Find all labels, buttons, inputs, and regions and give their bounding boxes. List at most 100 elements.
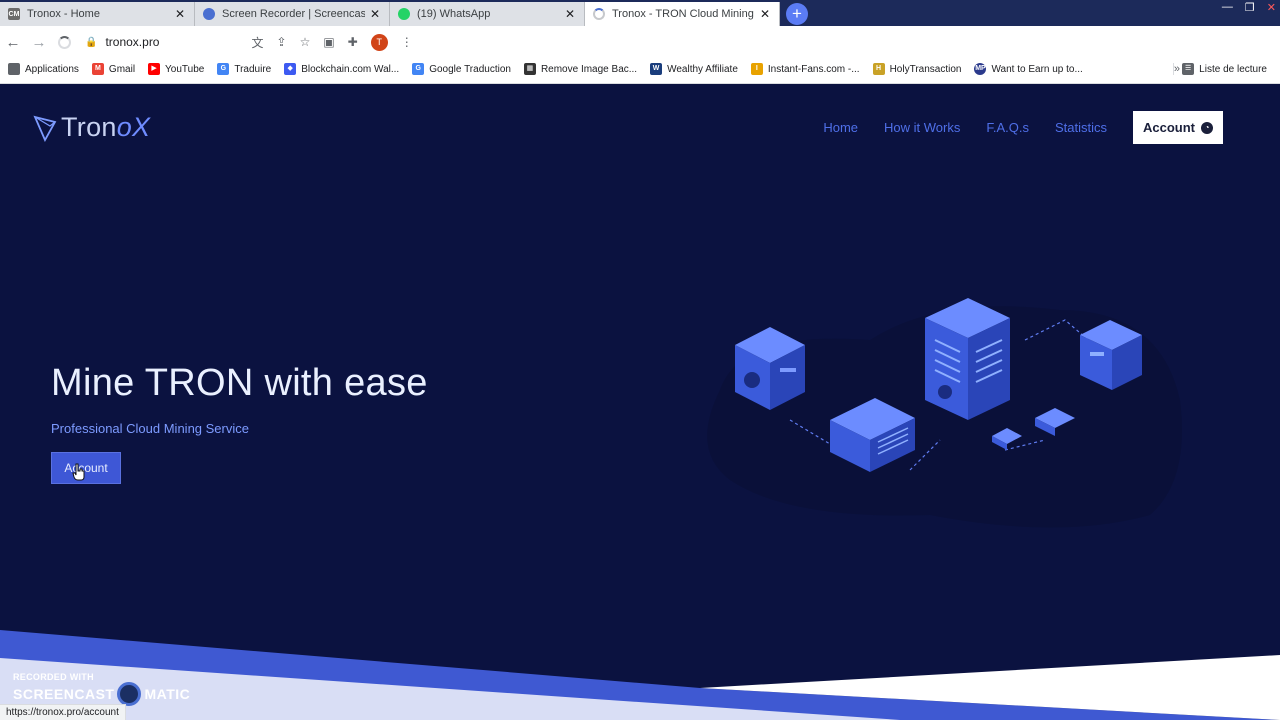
menu-kebab-icon[interactable]: ⋮ xyxy=(401,35,413,49)
site-nav: Home How it Works F.A.Q.s Statistics Acc… xyxy=(823,111,1223,144)
tab-whatsapp[interactable]: (19) WhatsApp ✕ xyxy=(390,2,585,26)
nav-home[interactable]: Home xyxy=(823,120,858,135)
address-bar[interactable]: 🔒 tronox.pro 文 ⇪ ☆ ▣ ✚ T ⋮ xyxy=(85,29,1085,55)
logo-text: TronoX xyxy=(61,112,150,143)
tronox-favicon-icon: CM xyxy=(8,8,20,20)
bookmark-label: Google Traduction xyxy=(429,63,511,75)
nav-how-it-works[interactable]: How it Works xyxy=(884,120,960,135)
watermark-line1: RECORDED WITH xyxy=(13,672,94,682)
lock-icon[interactable]: 🔒 xyxy=(85,37,97,48)
close-window-icon[interactable]: ✕ xyxy=(1267,1,1276,14)
reading-list-icon: ☰ xyxy=(1182,63,1195,75)
bookmark-label: HolyTransaction xyxy=(889,63,962,75)
minimize-icon[interactable]: — xyxy=(1222,1,1233,14)
hero-subtitle: Professional Cloud Mining Service xyxy=(51,421,249,436)
tab-title: (19) WhatsApp xyxy=(417,8,491,20)
watermark-brand-a: SCREENCAST xyxy=(13,686,115,702)
logo-text-accent: oX xyxy=(116,112,151,142)
hand-cursor-icon xyxy=(72,463,85,481)
user-icon: ◔ xyxy=(1201,121,1213,134)
holy-icon: H xyxy=(872,63,885,75)
gmail-icon: M xyxy=(91,63,104,75)
whatsapp-favicon-icon xyxy=(398,8,410,20)
bookmark-wealthy-affiliate[interactable]: W Wealthy Affiliate xyxy=(650,63,738,75)
translate-icon: G xyxy=(217,63,230,75)
reading-list-label: Liste de lecture xyxy=(1199,63,1267,75)
close-tab-icon[interactable]: ✕ xyxy=(759,7,771,21)
chrome-divider xyxy=(0,80,1280,84)
watermark-brand-b: MATIC xyxy=(144,686,191,702)
share-icon[interactable]: ⇪ xyxy=(277,35,287,49)
tron-logo-icon xyxy=(33,115,57,142)
bookmark-label: Gmail xyxy=(108,63,136,75)
tab-tronox-home[interactable]: CM Tronox - Home ✕ xyxy=(0,2,195,26)
bookmark-instant-fans[interactable]: I Instant-Fans.com -... xyxy=(750,63,860,75)
nav-account-button[interactable]: Account ◔ xyxy=(1133,111,1223,144)
link-status-bar: https://tronox.pro/account xyxy=(0,704,126,720)
apps-grid-icon xyxy=(8,63,20,75)
bookmark-blockchain[interactable]: ◆ Blockchain.com Wal... xyxy=(284,63,399,75)
bookmark-label: Remove Image Bac... xyxy=(540,63,638,75)
blockchain-icon: ◆ xyxy=(284,63,297,75)
address-url[interactable]: tronox.pro xyxy=(105,35,159,49)
browser-toolbar: ← → 🔒 tronox.pro 文 ⇪ ☆ ▣ ✚ T ⋮ xyxy=(0,26,1280,58)
bookmark-gmail[interactable]: M Gmail xyxy=(91,63,136,75)
loading-spinner-icon xyxy=(593,8,605,20)
close-tab-icon[interactable]: ✕ xyxy=(369,7,381,21)
wa-icon: W xyxy=(650,63,663,75)
translate-page-icon[interactable]: 文 xyxy=(251,34,263,51)
omnibox-actions: 文 ⇪ ☆ ▣ ✚ T ⋮ xyxy=(251,33,413,51)
tab-tronox-cloud-mining[interactable]: Tronox - TRON Cloud Mining ✕ xyxy=(585,2,780,26)
new-tab-button[interactable]: + xyxy=(786,3,808,25)
cloud-mining-illustration xyxy=(707,298,1182,528)
close-tab-icon[interactable]: ✕ xyxy=(564,7,576,21)
screencast-favicon-icon xyxy=(203,8,215,20)
nav-statistics[interactable]: Statistics xyxy=(1055,120,1107,135)
bookmark-label: YouTube xyxy=(165,63,205,75)
extensions-puzzle-icon[interactable]: ✚ xyxy=(348,35,358,49)
site-logo[interactable]: TronoX xyxy=(33,112,150,143)
tab-title: Screen Recorder | Screencast-O-M xyxy=(222,8,365,20)
translate-icon: G xyxy=(412,63,425,75)
bookmark-label: Traduire xyxy=(234,63,272,75)
hero-title: Mine TRON with ease xyxy=(51,362,428,404)
window-controls: — ❐ ✕ xyxy=(1222,1,1276,14)
screencast-watermark: RECORDED WITH SCREENCAST MATIC xyxy=(13,672,190,706)
bookmark-applications[interactable]: Applications xyxy=(8,63,79,75)
tab-title: Tronox - TRON Cloud Mining xyxy=(612,8,754,20)
restore-icon[interactable]: ❐ xyxy=(1245,1,1255,14)
bookmark-remove-bg[interactable]: ▦ Remove Image Bac... xyxy=(523,63,638,75)
profile-avatar-icon[interactable]: T xyxy=(370,33,388,51)
bookmark-label: Wealthy Affiliate xyxy=(667,63,738,75)
nav-faqs[interactable]: F.A.Q.s xyxy=(986,120,1029,135)
bookmark-label: Instant-Fans.com -... xyxy=(767,63,860,75)
extension-icon[interactable]: ▣ xyxy=(323,35,334,49)
bookmarks-bar: Applications M Gmail ▶ YouTube G Traduire ◆… xyxy=(0,58,1280,80)
logo-text-main: Tron xyxy=(61,112,117,142)
hero-account-button[interactable]: Account xyxy=(51,452,121,484)
stop-loading-icon[interactable] xyxy=(58,35,71,49)
tab-title: Tronox - Home xyxy=(27,8,100,20)
back-arrow-icon[interactable]: ← xyxy=(0,34,26,51)
account-button-label: Account xyxy=(1143,120,1195,135)
server-tower xyxy=(925,298,1010,420)
bookmark-holytransaction[interactable]: H HolyTransaction xyxy=(872,63,962,75)
hero-wave xyxy=(0,630,1280,720)
bookmark-traduire[interactable]: G Traduire xyxy=(217,63,271,75)
tab-strip: CM Tronox - Home ✕ Screen Recorder | Scr… xyxy=(0,0,1280,26)
tab-screen-recorder[interactable]: Screen Recorder | Screencast-O-M ✕ xyxy=(195,2,390,26)
bookmark-label: Want to Earn up to... xyxy=(991,63,1083,75)
instantfans-icon: I xyxy=(750,63,763,75)
bookmark-youtube[interactable]: ▶ YouTube xyxy=(148,63,204,75)
mp-icon: MP xyxy=(974,63,987,75)
bookmark-star-icon[interactable]: ☆ xyxy=(300,35,311,49)
screencast-logo-icon xyxy=(117,682,142,706)
youtube-icon: ▶ xyxy=(148,63,161,75)
web-page: TronoX Home How it Works F.A.Q.s Statist… xyxy=(0,85,1280,720)
bookmark-google-traduction[interactable]: G Google Traduction xyxy=(412,63,511,75)
close-tab-icon[interactable]: ✕ xyxy=(174,7,186,21)
bookmark-label: Blockchain.com Wal... xyxy=(301,63,400,75)
reading-list-button[interactable]: ☰ Liste de lecture xyxy=(1173,63,1267,75)
bookmark-earn[interactable]: MP Want to Earn up to... xyxy=(974,63,1083,75)
forward-arrow-icon[interactable]: → xyxy=(26,34,52,51)
